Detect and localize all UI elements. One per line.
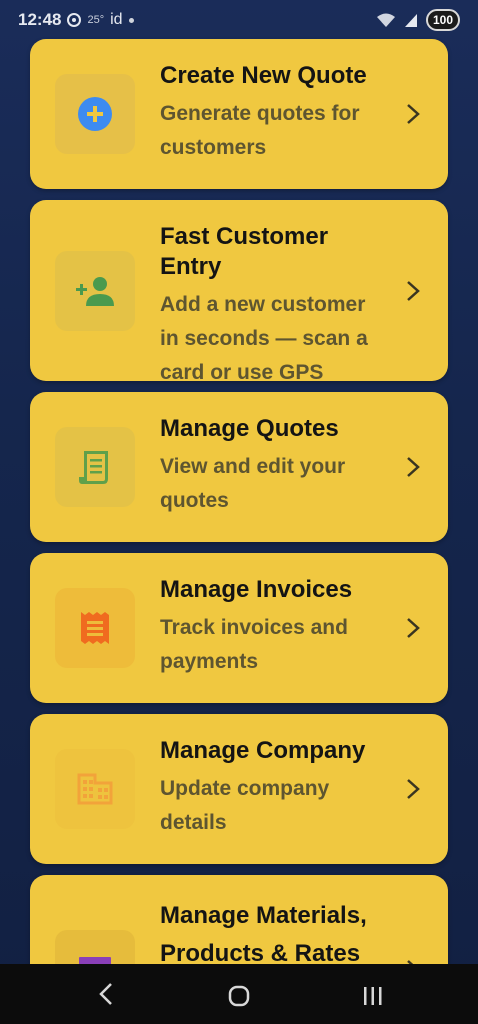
- card-description: Track invoices and payments: [160, 616, 348, 673]
- receipt-scroll-icon: [79, 451, 108, 484]
- recent-apps-icon[interactable]: [362, 986, 384, 1006]
- card-description: Add a new customer in seconds — scan a c…: [160, 293, 368, 384]
- manage-company-card[interactable]: Manage Company Update company details: [30, 714, 448, 864]
- menu-card-list: Create New Quote Generate quotes for cus…: [30, 39, 448, 1024]
- chevron-right-icon: [407, 618, 420, 638]
- card-description: Generate quotes for customers: [160, 102, 360, 159]
- home-icon[interactable]: [228, 985, 250, 1007]
- building-icon: [77, 773, 113, 805]
- status-time: 12:48: [18, 10, 62, 29]
- card-title: Fast Customer Entry: [160, 223, 329, 280]
- wifi-icon: [376, 13, 395, 27]
- card-icon-box: [55, 588, 135, 668]
- card-title: Manage Quotes: [160, 415, 339, 442]
- chevron-right-icon: [407, 281, 420, 301]
- receipt-icon: [81, 612, 109, 644]
- add-circle-icon: [78, 97, 112, 131]
- system-nav-bar: [0, 964, 478, 1024]
- person-add-icon: [76, 277, 114, 306]
- card-title: Manage Invoices: [160, 576, 353, 603]
- card-description: Update company details: [160, 777, 330, 834]
- card-description: View and edit your quotes: [160, 455, 346, 512]
- back-icon[interactable]: [98, 982, 114, 1006]
- manage-invoices-card[interactable]: Manage Invoices Track invoices and payme…: [30, 553, 448, 703]
- card-icon-box: [55, 251, 135, 331]
- create-new-quote-card[interactable]: Create New Quote Generate quotes for cus…: [30, 39, 448, 189]
- card-title: Manage Company: [160, 737, 366, 764]
- notification-dot-icon: [128, 17, 134, 23]
- status-bar: 12:48 25° id 100: [0, 0, 478, 40]
- locale-indicator: id: [110, 11, 123, 28]
- card-title: Create New Quote: [160, 62, 367, 89]
- battery-indicator: 100: [425, 9, 460, 31]
- app-notification-icon: [67, 13, 82, 27]
- chevron-right-icon: [407, 779, 420, 799]
- chevron-right-icon: [407, 104, 420, 124]
- card-icon-box: [55, 427, 135, 507]
- card-title: Manage Materials, Products & Rates: [160, 902, 367, 967]
- weather-temp: 25°: [87, 14, 105, 26]
- manage-quotes-card[interactable]: Manage Quotes View and edit your quotes: [30, 392, 448, 542]
- signal-icon: [404, 14, 417, 27]
- chevron-right-icon: [407, 457, 420, 477]
- card-icon-box: [55, 749, 135, 829]
- fast-customer-entry-card[interactable]: Fast Customer Entry Add a new customer i…: [30, 200, 448, 384]
- card-icon-box: [55, 74, 135, 154]
